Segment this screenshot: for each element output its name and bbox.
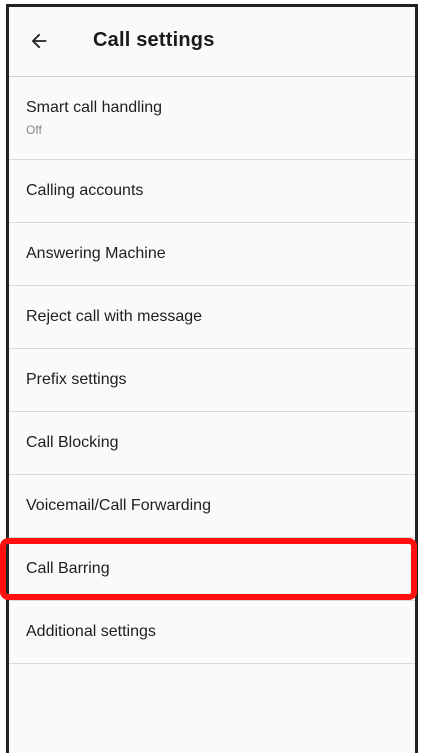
settings-item-summary: Off [26,123,42,137]
settings-item-label: Reject call with message [26,308,203,325]
settings-item-smart-call-handling[interactable]: Smart call handling Off [9,77,415,160]
settings-item-prefix-settings[interactable]: Prefix settings [9,349,415,412]
settings-item-label: Answering Machine [26,245,166,262]
phone-screen: Call settings Smart call handling Off Ca… [6,4,418,753]
settings-item-label: Call Blocking [26,434,119,451]
arrow-left-icon [31,33,47,49]
settings-item-label: Call Barring [26,560,110,577]
settings-item-answering-machine[interactable]: Answering Machine [9,223,415,286]
settings-list: Smart call handling Off Calling accounts… [9,77,415,664]
app-bar: Call settings [9,7,415,77]
settings-item-reject-call-with-message[interactable]: Reject call with message [9,286,415,349]
back-button[interactable] [23,25,55,57]
settings-item-voicemail-call-forwarding[interactable]: Voicemail/Call Forwarding [9,475,415,538]
settings-item-label: Smart call handling [26,99,163,116]
settings-item-additional-settings[interactable]: Additional settings [9,601,415,664]
settings-item-label: Calling accounts [26,182,144,199]
settings-item-label: Voicemail/Call Forwarding [26,497,211,514]
settings-item-call-blocking[interactable]: Call Blocking [9,412,415,475]
settings-item-label: Prefix settings [26,371,127,388]
settings-item-label: Additional settings [26,623,156,640]
settings-item-calling-accounts[interactable]: Calling accounts [9,160,415,223]
settings-item-call-barring[interactable]: Call Barring [9,538,415,601]
page-title: Call settings [93,29,215,51]
